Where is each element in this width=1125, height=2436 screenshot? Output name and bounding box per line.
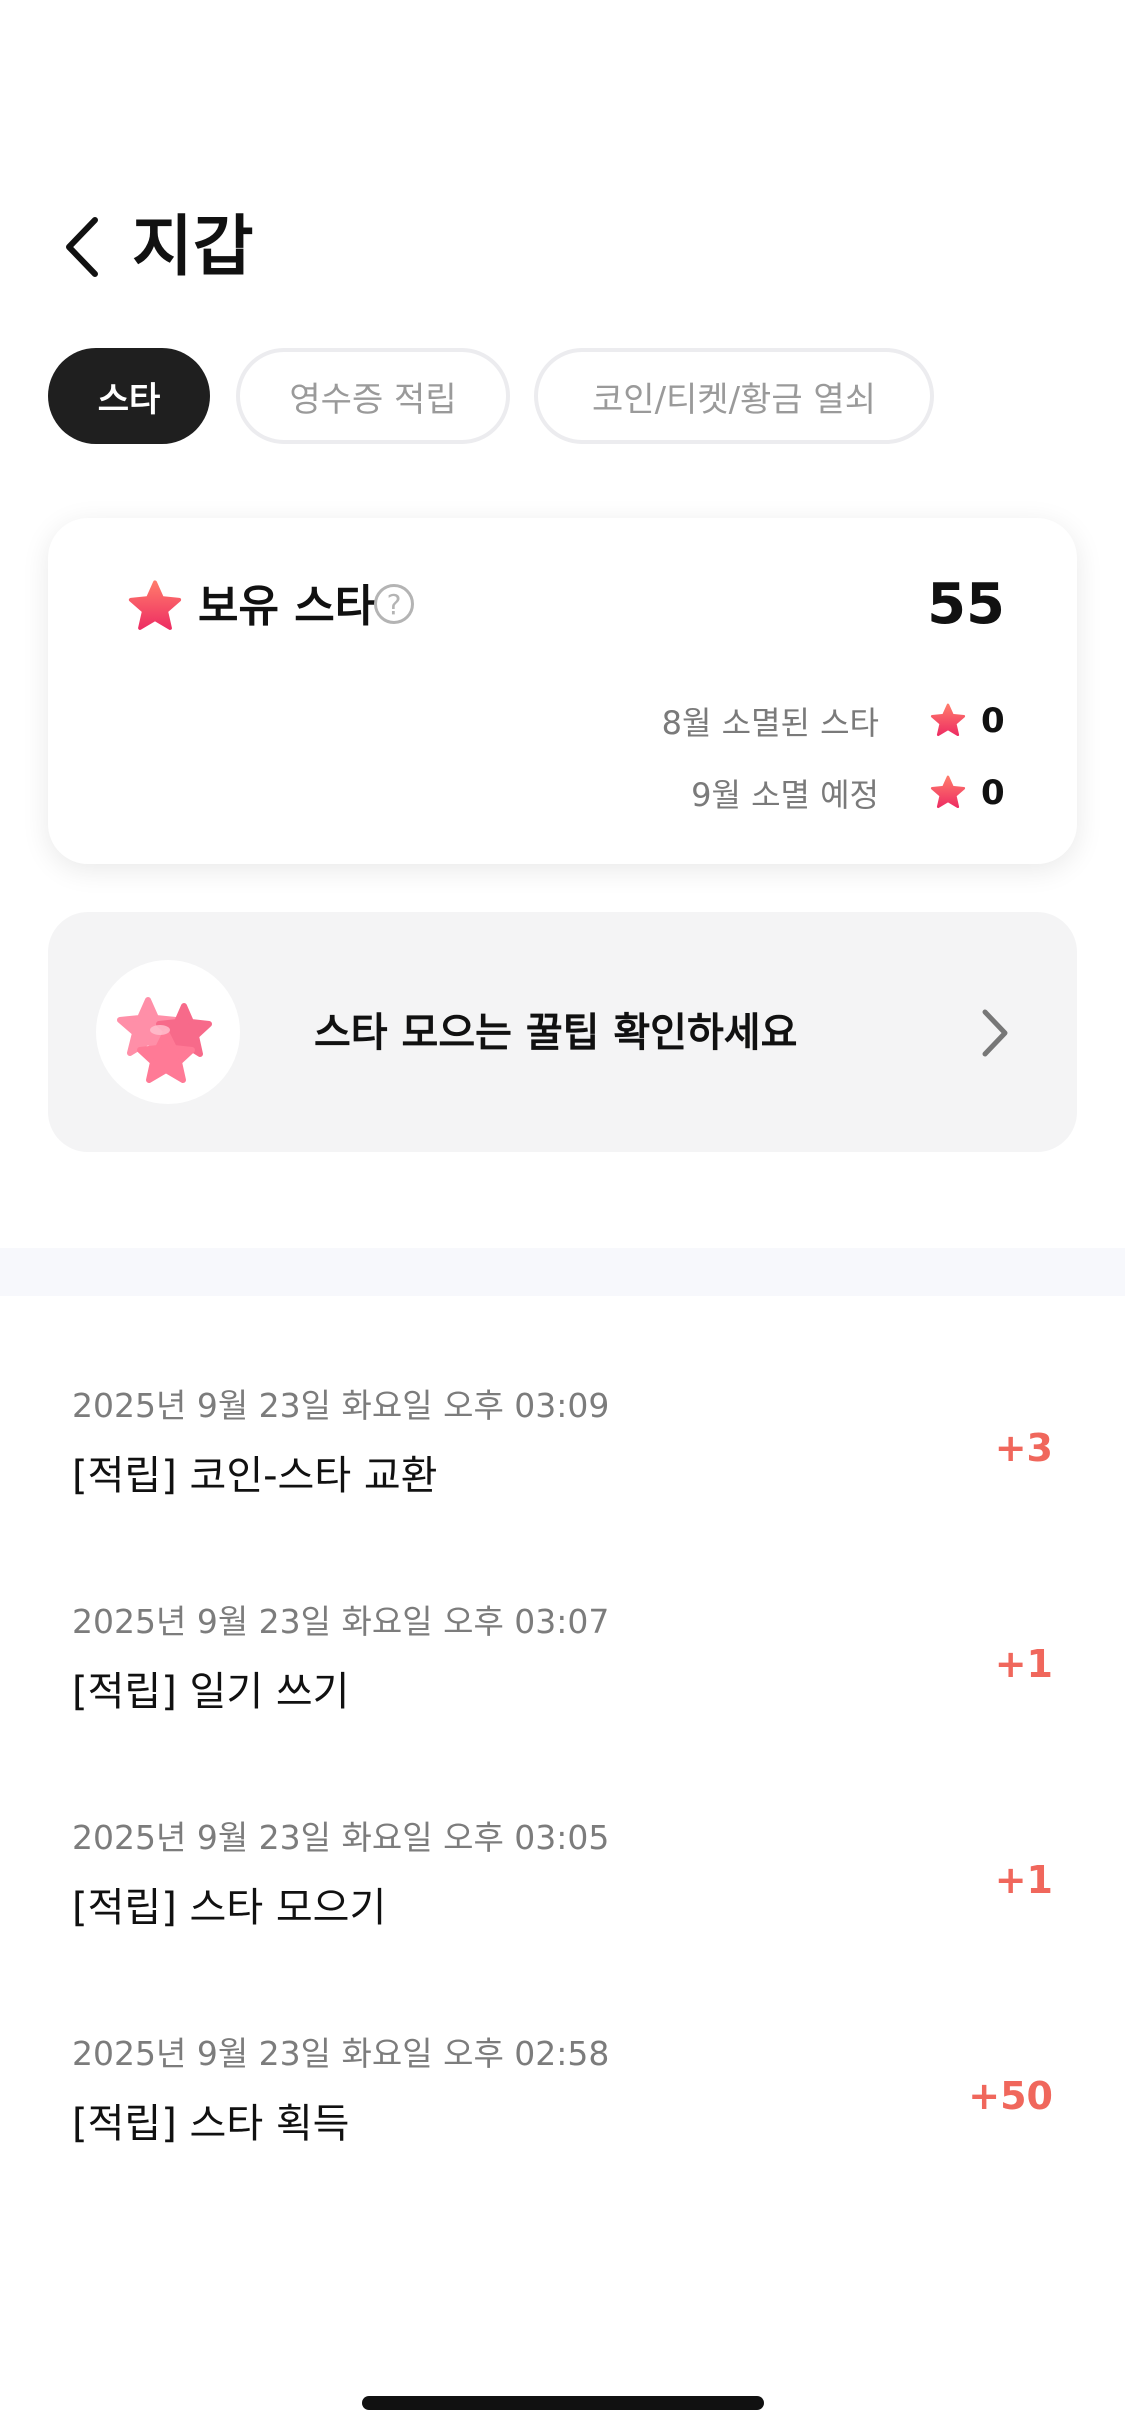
list-item: 2025년 9월 23일 화요일 오후 03:09 [적립] 코인-스타 교환 … xyxy=(0,1360,1125,1540)
expired-row: 8월 소멸된 스타 0 xyxy=(662,696,1005,746)
list-item: 2025년 9월 23일 화요일 오후 02:58 [적립] 스타 획득 +50 xyxy=(0,2008,1125,2188)
star-icon xyxy=(930,703,966,737)
header: 지갑 xyxy=(0,190,1125,310)
item-date: 2025년 9월 23일 화요일 오후 03:07 xyxy=(72,1602,610,1641)
item-amount: +1 xyxy=(994,1642,1053,1686)
item-title: [적립] 코인-스타 교환 xyxy=(72,1453,438,1499)
home-indicator[interactable] xyxy=(362,2396,764,2410)
expired-value: 0 xyxy=(981,701,1005,741)
expired-label: 8월 소멸된 스타 xyxy=(661,704,879,742)
chevron-right-icon xyxy=(982,1009,1008,1057)
question-circle-icon[interactable]: ? xyxy=(374,584,414,624)
tab-receipt-earn[interactable]: 영수증 적립 xyxy=(236,348,510,444)
balance-label: 보유 스타 xyxy=(198,581,376,632)
list-item: 2025년 9월 23일 화요일 오후 03:05 [적립] 스타 모으기 +1 xyxy=(0,1792,1125,1972)
item-date: 2025년 9월 23일 화요일 오후 03:09 xyxy=(72,1386,610,1425)
tip-text: 스타 모으는 꿀팁 확인하세요 xyxy=(314,1010,798,1056)
item-date: 2025년 9월 23일 화요일 오후 03:05 xyxy=(72,1818,610,1857)
item-title: [적립] 스타 모으기 xyxy=(72,1885,387,1931)
tip-banner[interactable]: 스타 모으는 꿀팁 확인하세요 xyxy=(48,912,1077,1152)
expiring-value: 0 xyxy=(981,773,1005,813)
item-title: [적립] 일기 쓰기 xyxy=(72,1669,350,1715)
star-balance-card: 보유 스타 ? 55 8월 소멸된 스타 0 9월 소멸 예정 0 xyxy=(48,518,1077,864)
tab-coin-ticket-key[interactable]: 코인/티켓/황금 열쇠 xyxy=(534,348,934,444)
item-title: [적립] 스타 획득 xyxy=(72,2101,350,2147)
page-title: 지갑 xyxy=(132,208,254,285)
item-date: 2025년 9월 23일 화요일 오후 02:58 xyxy=(72,2034,610,2073)
expiring-label: 9월 소멸 예정 xyxy=(691,776,879,814)
back-button[interactable] xyxy=(55,212,115,282)
item-amount: +3 xyxy=(994,1426,1053,1470)
star-icon xyxy=(128,580,182,630)
chevron-left-icon xyxy=(66,217,98,277)
pink-stars-illustration xyxy=(96,960,240,1104)
star-icon xyxy=(930,775,966,809)
balance-value: 55 xyxy=(927,572,1005,637)
item-amount: +50 xyxy=(968,2074,1053,2118)
section-divider xyxy=(0,1248,1125,1296)
tab-star[interactable]: 스타 xyxy=(48,348,210,444)
list-item: 2025년 9월 23일 화요일 오후 03:07 [적립] 일기 쓰기 +1 xyxy=(0,1576,1125,1756)
item-amount: +1 xyxy=(994,1858,1053,1902)
expiring-row: 9월 소멸 예정 0 xyxy=(691,768,1005,818)
